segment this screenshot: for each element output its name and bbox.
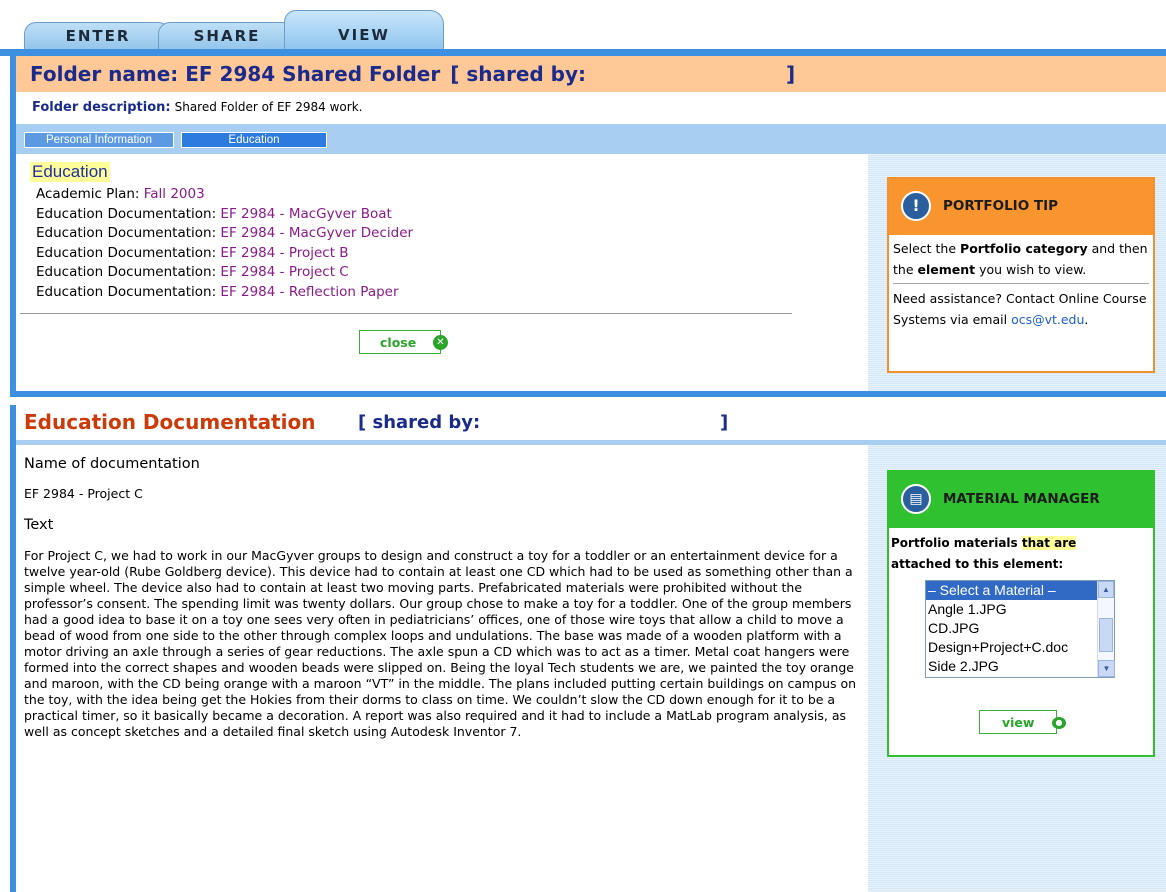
portfolio-tip-help: Need assistance? Contact Online Course S… <box>893 288 1149 330</box>
panel-border-bottom <box>10 391 1166 397</box>
material-manager-box: ▤ MATERIAL MANAGER Portfolio materials t… <box>887 470 1155 757</box>
portfolio-tip-title: PORTFOLIO TIP <box>943 198 1058 214</box>
view-button[interactable]: view ● <box>979 710 1066 734</box>
list-item: Education Documentation: EF 2984 - MacGy… <box>36 224 413 244</box>
portfolio-tip-instructions: Select the Portfolio category and then t… <box>893 238 1149 280</box>
item-link-project-c[interactable]: EF 2984 - Project C <box>220 264 348 280</box>
divider <box>893 283 1149 284</box>
material-manager-description: Portfolio materials that are attached to… <box>889 528 1153 575</box>
close-button[interactable]: close ✕ <box>359 330 448 354</box>
folder-description-value: Shared Folder of EF 2984 work. <box>174 100 363 114</box>
material-option[interactable]: CD.JPG <box>926 619 1097 638</box>
item-label: Education Documentation: <box>36 264 217 280</box>
list-item: Education Documentation: EF 2984 - Proje… <box>36 244 413 264</box>
list-item: Education Documentation: EF 2984 - Refle… <box>36 283 413 303</box>
item-link-reflection-paper[interactable]: EF 2984 - Reflection Paper <box>220 284 398 300</box>
education-list: Academic Plan: Fall 2003 Education Docum… <box>36 185 413 302</box>
folder-name: Folder name: EF 2984 Shared Folder <box>30 62 441 86</box>
close-icon: ✕ <box>433 335 448 350</box>
panel-border-left <box>10 405 16 892</box>
tip-text: you wish to view. <box>975 262 1087 277</box>
education-title: Education <box>30 162 110 182</box>
portfolio-tip-body: Select the Portfolio category and then t… <box>889 235 1153 330</box>
material-manager-header: ▤ MATERIAL MANAGER <box>889 472 1153 528</box>
item-label: Education Documentation: <box>36 244 217 261</box>
documentation-body: Name of documentation EF 2984 - Project … <box>24 456 860 740</box>
material-select-list[interactable]: – Select a Material – Angle 1.JPG CD.JPG… <box>925 580 1115 678</box>
tip-text: . <box>1084 312 1089 327</box>
close-button-label: close <box>380 335 417 350</box>
tip-text-bold: Portfolio category <box>960 241 1088 256</box>
item-label: Education Documentation: <box>36 225 217 241</box>
scroll-thumb[interactable] <box>1099 618 1113 652</box>
folder-shared-bracket: ] <box>786 62 796 86</box>
info-icon: ! <box>901 191 931 221</box>
list-item: Academic Plan: Fall 2003 <box>36 185 413 205</box>
folder-description: Folder description: Shared Folder of EF 2… <box>16 92 1166 124</box>
mm-desc-highlight: that are <box>1021 536 1077 550</box>
list-item: Education Documentation: EF 2984 - Proje… <box>36 263 413 283</box>
portfolio-tip-header: ! PORTFOLIO TIP <box>889 179 1153 235</box>
folder-description-label: Folder description: <box>32 100 171 115</box>
document-icon: ▤ <box>901 484 931 514</box>
material-option[interactable]: Angle 1.JPG <box>926 600 1097 619</box>
material-manager-title: MATERIAL MANAGER <box>943 491 1100 507</box>
documentation-name-heading: Name of documentation <box>24 456 200 472</box>
category-nav: Personal Information Education <box>16 124 1166 154</box>
list-item: Education Documentation: EF 2984 - MacGy… <box>36 205 413 225</box>
tab-share[interactable]: SHARE <box>158 22 296 50</box>
documentation-shared-by: [ shared by: <box>358 412 481 433</box>
tab-bar: ENTER SHARE VIEW <box>0 0 1166 50</box>
nav-education[interactable]: Education <box>181 132 327 148</box>
eye-icon: ● <box>1052 717 1066 729</box>
folder-header: Folder name: EF 2984 Shared Folder [ shar… <box>16 56 1166 92</box>
documentation-text: For Project C, we had to work in our Mac… <box>24 548 857 739</box>
mm-desc-text: attached to this element: <box>891 557 1064 571</box>
item-link-macgyver-boat[interactable]: EF 2984 - MacGyver Boat <box>220 206 391 222</box>
scroll-down-icon[interactable]: ▼ <box>1098 660 1115 677</box>
material-option[interactable]: Side 2.JPG <box>926 657 1097 676</box>
item-label: Academic Plan: <box>36 186 140 202</box>
folder-shared-by: [ shared by: <box>450 62 587 86</box>
item-label: Education Documentation: <box>36 205 217 222</box>
documentation-title: Education Documentation <box>24 410 316 434</box>
documentation-shared-bracket: ] <box>720 412 729 433</box>
material-option-placeholder[interactable]: – Select a Material – <box>926 581 1097 600</box>
documentation-name: EF 2984 - Project C <box>24 486 143 501</box>
item-link-macgyver-decider[interactable]: EF 2984 - MacGyver Decider <box>220 225 413 241</box>
nav-personal-information[interactable]: Personal Information <box>24 132 174 148</box>
portfolio-tip-box: ! PORTFOLIO TIP Select the Portfolio cat… <box>887 177 1155 373</box>
mm-desc-text: Portfolio materials <box>891 536 1022 550</box>
tip-text: Select the <box>893 241 961 256</box>
item-link-project-b[interactable]: EF 2984 - Project B <box>220 245 348 261</box>
tab-enter[interactable]: ENTER <box>24 22 172 50</box>
tab-view[interactable]: VIEW <box>284 10 444 50</box>
scrollbar[interactable]: ▲ ▼ <box>1097 581 1115 677</box>
scroll-up-icon[interactable]: ▲ <box>1098 581 1114 598</box>
item-link-fall-2003[interactable]: Fall 2003 <box>144 186 205 202</box>
tip-text-bold: element <box>917 262 976 277</box>
support-email-link[interactable]: ocs@vt.edu <box>1011 312 1084 327</box>
education-panel: Education Academic Plan: Fall 2003 Educa… <box>16 154 868 391</box>
divider <box>20 313 792 314</box>
item-label: Education Documentation: <box>36 283 217 300</box>
documentation-text-heading: Text <box>24 517 54 533</box>
view-button-label: view <box>1002 715 1035 730</box>
top-divider <box>0 49 1166 56</box>
material-option[interactable]: Design+Project+C.doc <box>926 638 1097 657</box>
